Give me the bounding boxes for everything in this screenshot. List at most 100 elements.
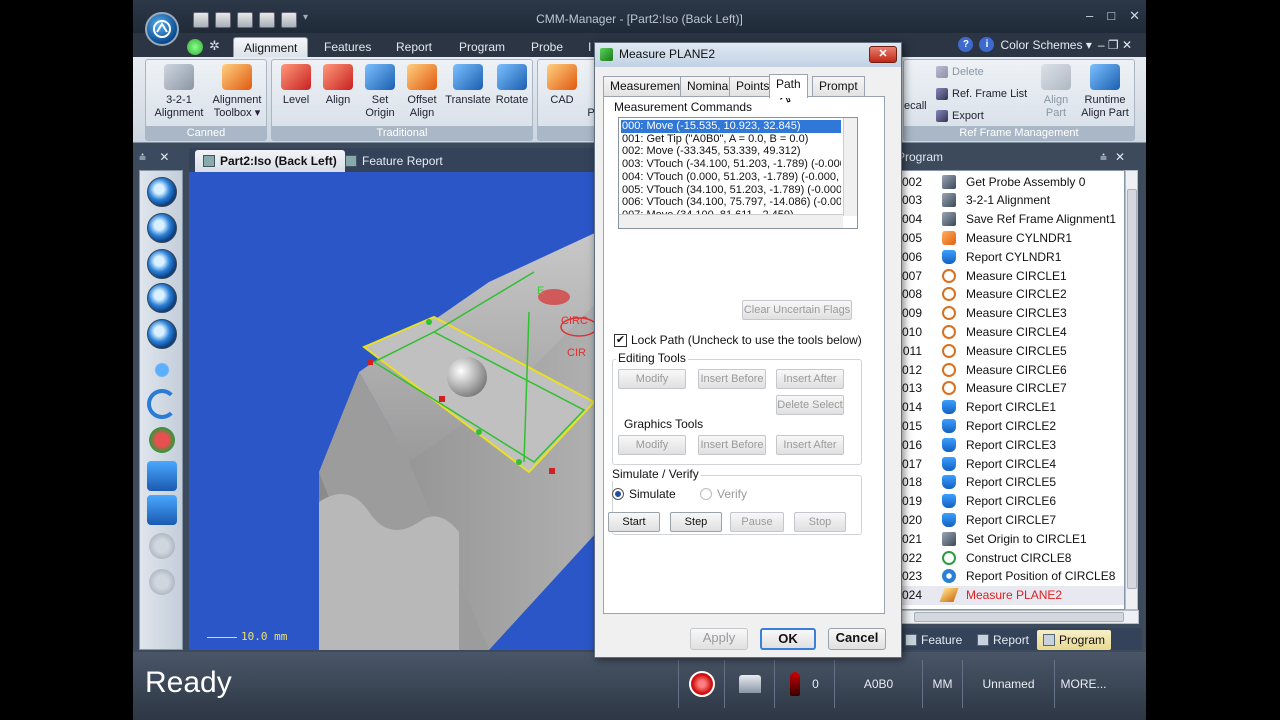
more-button[interactable]: MORE... (1054, 660, 1112, 708)
program-row[interactable]: 009 Measure CIRCLE3 (898, 304, 1124, 323)
units-readout[interactable]: MM (922, 660, 962, 708)
close-button[interactable]: ✕ (1129, 8, 1140, 24)
command-item[interactable]: 003: VTouch (-34.100, 51.203, -1.789) (-… (621, 158, 841, 171)
start-button[interactable]: Start (608, 512, 660, 532)
program-row[interactable]: 006 Report CYLNDR1 (898, 247, 1124, 266)
graphics-insert-before-button[interactable]: Insert Before (698, 435, 766, 455)
editing-modify-button[interactable]: Modify (618, 369, 686, 389)
program-row[interactable]: 015 Report CIRCLE2 (898, 416, 1124, 435)
simulate-radio-dot[interactable] (612, 488, 624, 500)
command-item[interactable]: 002: Move (-33.345, 53.339, 49.312) (621, 145, 841, 158)
home-position-icon[interactable]: ✲ (209, 38, 220, 54)
measurement-commands-list[interactable]: 008: Move (-0.000, 81.611, -2.459)007: M… (618, 117, 858, 229)
pin-icon[interactable]: ⩮ (1100, 150, 1107, 165)
zoom-in-icon[interactable] (147, 177, 177, 207)
tab-path[interactable]: Path (769, 74, 808, 98)
editing-insert-before-button[interactable]: Insert Before (698, 369, 766, 389)
run-icon[interactable] (187, 39, 203, 55)
left-panel-close-button[interactable]: ✕ (159, 150, 169, 164)
step-button[interactable]: Step (670, 512, 722, 532)
zoom-window-icon[interactable] (147, 249, 177, 279)
stop-button[interactable]: Stop (794, 512, 846, 532)
tab-prompt[interactable]: Prompt (812, 76, 865, 96)
program-horizontal-scrollbar[interactable] (897, 610, 1139, 624)
tab-alignment[interactable]: Alignment (233, 37, 309, 57)
graphics-modify-button[interactable]: Modify (618, 435, 686, 455)
program-row[interactable]: 013 Measure CIRCLE7 (898, 379, 1124, 398)
tab-report[interactable]: Report (386, 37, 442, 57)
pan-icon[interactable] (147, 355, 177, 385)
program-row[interactable]: 016 Report CIRCLE3 (898, 435, 1124, 454)
maximize-button[interactable]: □ (1107, 8, 1115, 24)
program-row[interactable]: 005 Measure CYLNDR1 (898, 228, 1124, 247)
alignment-toolbox-button[interactable]: Alignment Toolbox ▾ (206, 64, 268, 120)
command-item[interactable]: 004: VTouch (0.000, 51.203, -1.789) (-0.… (621, 171, 841, 184)
commands-horizontal-scrollbar[interactable] (619, 214, 843, 228)
ref-frame-list-button[interactable]: Ref. Frame List (936, 88, 1027, 100)
application-menu-orb[interactable] (145, 12, 179, 46)
cad-button[interactable]: CAD (542, 64, 582, 107)
program-row[interactable]: 002 Get Probe Assembly 0 (898, 172, 1124, 191)
program-row[interactable]: 024 Measure PLANE2 (898, 585, 1124, 605)
set-origin-button[interactable]: Set Origin (360, 64, 400, 120)
minimize-button[interactable]: – (1086, 8, 1093, 24)
delete-button[interactable]: Delete (936, 66, 984, 78)
emergency-stop-button[interactable] (678, 660, 724, 708)
zoom-out-icon[interactable] (147, 213, 177, 243)
tab-measurement[interactable]: Measurement (603, 76, 691, 96)
tab-report-panel[interactable]: Report (971, 630, 1035, 650)
cad-viewport[interactable]: E CIRC CIR (189, 172, 597, 650)
ref-frame-readout[interactable]: Unnamed (962, 660, 1054, 708)
disabled-tool-icon-2[interactable] (147, 567, 177, 597)
lock-path-check[interactable]: ✔ (614, 333, 627, 347)
disabled-tool-icon[interactable] (147, 531, 177, 561)
program-row[interactable]: 012 Measure CIRCLE6 (898, 360, 1124, 379)
321-alignment-button[interactable]: 3-2-1 Alignment (150, 64, 208, 120)
program-row[interactable]: 004 Save Ref Frame Alignment1 (898, 210, 1124, 229)
runtime-align-part-button[interactable]: Runtime Align Part (1076, 64, 1134, 120)
cancel-button[interactable]: Cancel (828, 628, 886, 650)
verify-radio-dot[interactable] (700, 488, 712, 500)
rotate-button[interactable]: Rotate (492, 64, 532, 107)
program-row[interactable]: 007 Measure CIRCLE1 (898, 266, 1124, 285)
tab-feature-panel[interactable]: Feature (899, 630, 968, 650)
program-panel-close-button[interactable]: ✕ (1115, 150, 1125, 164)
clear-uncertain-flags-button[interactable]: Clear Uncertain Flags (742, 300, 852, 320)
program-row[interactable]: 008 Measure CIRCLE2 (898, 285, 1124, 304)
program-row[interactable]: 010 Measure CIRCLE4 (898, 322, 1124, 341)
active-tip-readout[interactable]: A0B0 (834, 660, 922, 708)
command-item[interactable]: 000: Move (-15.535, 10.923, 32.845) (621, 120, 841, 133)
tab-features[interactable]: Features (314, 37, 381, 57)
tab-program-panel[interactable]: Program (1037, 630, 1112, 650)
dialog-close-button[interactable]: ✕ (869, 46, 897, 63)
align-part-button[interactable]: Align Part (1038, 64, 1074, 120)
info-icon[interactable]: i (979, 37, 995, 52)
editing-insert-after-button[interactable]: Insert After (776, 369, 844, 389)
color-schemes-menu[interactable]: Color Schemes ▾ (1000, 38, 1091, 52)
tab-program[interactable]: Program (449, 37, 515, 57)
tab-probe[interactable]: Probe (521, 37, 573, 57)
spin-view-icon[interactable] (147, 425, 177, 455)
program-row[interactable]: 019 Report CIRCLE6 (898, 492, 1124, 511)
ok-button[interactable]: OK (760, 628, 816, 650)
program-row[interactable]: 021 Set Origin to CIRCLE1 (898, 529, 1124, 548)
help-icon[interactable]: ? (958, 37, 974, 52)
align-button[interactable]: Align (318, 64, 358, 107)
program-row[interactable]: 023 Report Position of CIRCLE8 (898, 567, 1124, 586)
zoom-fit-icon[interactable] (147, 319, 177, 349)
offset-align-button[interactable]: Offset Align (400, 64, 444, 120)
translate-button[interactable]: Translate (444, 64, 492, 107)
verify-radio[interactable]: Verify (700, 487, 747, 501)
program-row[interactable]: 018 Report CIRCLE5 (898, 473, 1124, 492)
pause-button[interactable]: Pause (730, 512, 784, 532)
rotate-view-icon[interactable] (147, 389, 177, 419)
commands-vertical-scrollbar[interactable] (843, 118, 857, 216)
lock-path-checkbox[interactable]: ✔ Lock Path (Uncheck to use the tools be… (614, 333, 862, 347)
tab-feature-report[interactable]: Feature Report (337, 150, 451, 172)
apply-button[interactable]: Apply (690, 628, 748, 650)
program-row[interactable]: 011 Measure CIRCLE5 (898, 341, 1124, 360)
tip-counter[interactable]: 0 (774, 660, 834, 708)
graphics-insert-after-button[interactable]: Insert After (776, 435, 844, 455)
recall-button[interactable]: ecall (904, 100, 927, 113)
view-orientation-icon[interactable] (147, 461, 177, 491)
